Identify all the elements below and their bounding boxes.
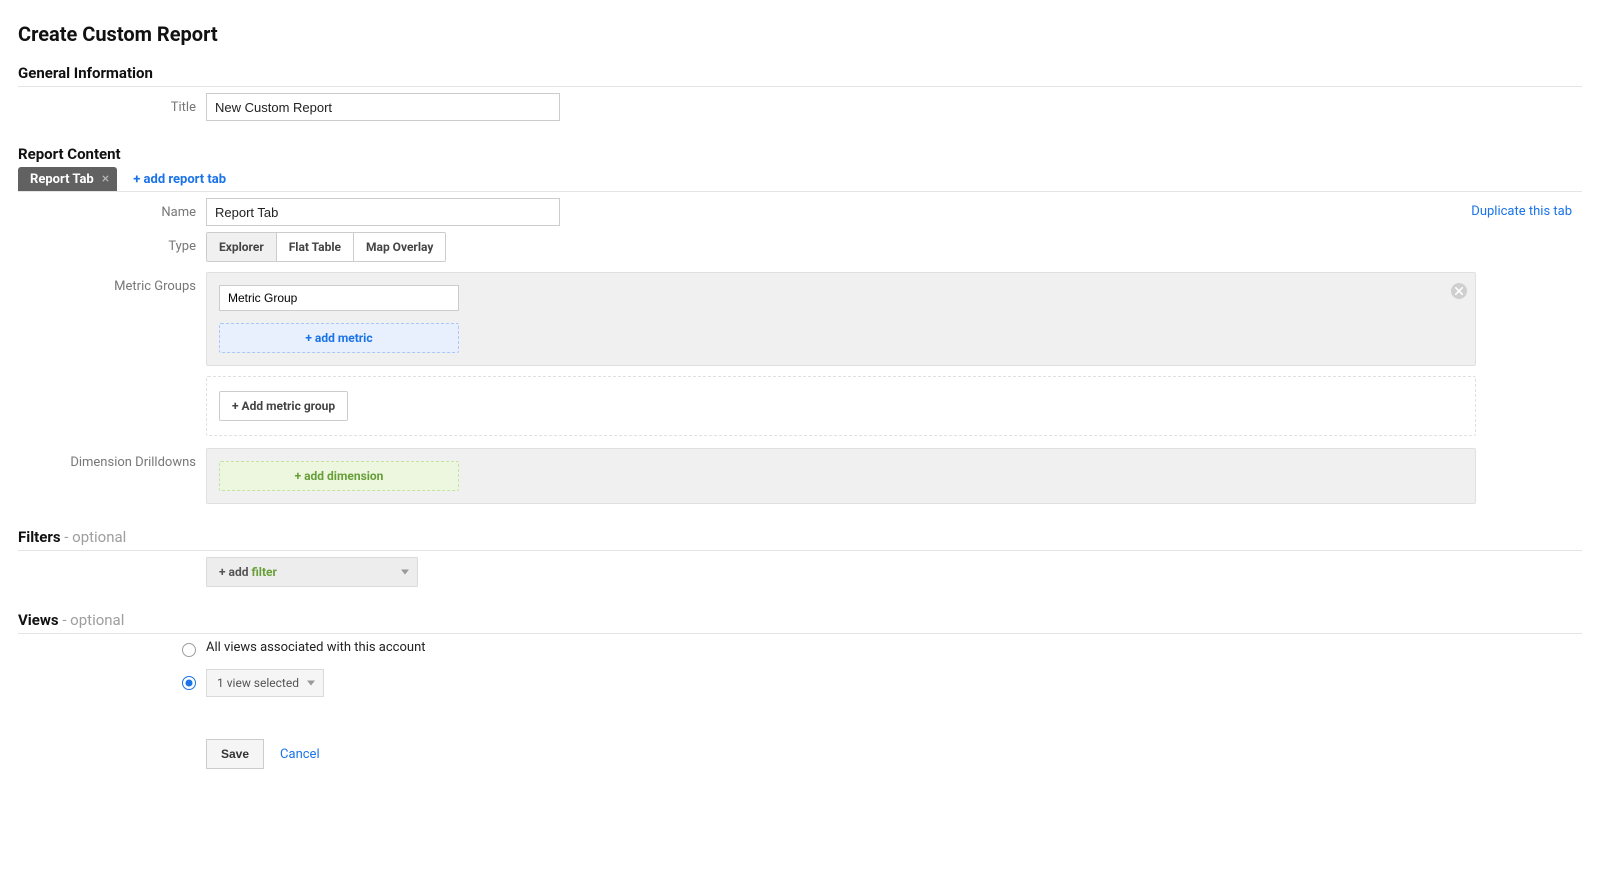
chevron-down-icon (307, 681, 315, 686)
add-metric-group-panel: + Add metric group (206, 376, 1476, 436)
section-views-header: Views - optional (18, 611, 1582, 634)
type-option-explorer[interactable]: Explorer (207, 233, 277, 261)
page-title: Create Custom Report (18, 22, 1582, 46)
views-selected-label: 1 view selected (217, 676, 299, 690)
section-content-header: Report Content (18, 145, 1582, 167)
section-filters-header: Filters - optional (18, 528, 1582, 551)
dimension-panel: + add dimension (206, 448, 1476, 504)
add-filter-word: filter (251, 565, 276, 579)
views-radio-all[interactable] (182, 643, 196, 657)
add-filter-prefix: + add (219, 565, 248, 579)
add-report-tab-link[interactable]: + add report tab (133, 172, 226, 187)
type-toggle: Explorer Flat Table Map Overlay (206, 232, 446, 262)
section-general-header: General Information (18, 64, 1582, 87)
close-icon[interactable]: × (102, 172, 109, 186)
name-label: Name (18, 198, 206, 220)
cancel-link[interactable]: Cancel (280, 747, 320, 762)
duplicate-tab-link[interactable]: Duplicate this tab (1471, 204, 1572, 219)
remove-metric-group-icon[interactable] (1451, 283, 1467, 299)
views-option-all-label: All views associated with this account (206, 640, 426, 655)
metric-group-name-input[interactable] (219, 285, 459, 311)
report-name-input[interactable] (206, 198, 560, 226)
report-tab-chip-label: Report Tab (30, 172, 94, 187)
type-option-flat-table[interactable]: Flat Table (277, 233, 354, 261)
metric-group-panel: + add metric (206, 272, 1476, 366)
title-label: Title (18, 93, 206, 115)
filters-heading-text: Filters (18, 528, 61, 546)
report-tab-chip[interactable]: Report Tab × (18, 167, 117, 191)
views-radio-selected[interactable] (182, 676, 196, 690)
add-filter-dropdown[interactable]: + add filter (206, 557, 418, 587)
filters-optional-suffix: - optional (61, 528, 127, 546)
title-input[interactable] (206, 93, 560, 121)
views-heading-text: Views (18, 611, 59, 629)
add-metric-group-button[interactable]: + Add metric group (219, 391, 348, 421)
metric-groups-label: Metric Groups (18, 272, 206, 294)
type-option-map-overlay[interactable]: Map Overlay (354, 233, 445, 261)
chevron-down-icon (401, 570, 409, 575)
type-label: Type (18, 232, 206, 254)
dimension-drilldowns-label: Dimension Drilldowns (18, 448, 206, 470)
save-button[interactable]: Save (206, 739, 264, 769)
add-metric-button[interactable]: + add metric (219, 323, 459, 353)
add-dimension-button[interactable]: + add dimension (219, 461, 459, 491)
views-optional-suffix: - optional (59, 611, 125, 629)
views-selected-dropdown[interactable]: 1 view selected (206, 669, 324, 697)
